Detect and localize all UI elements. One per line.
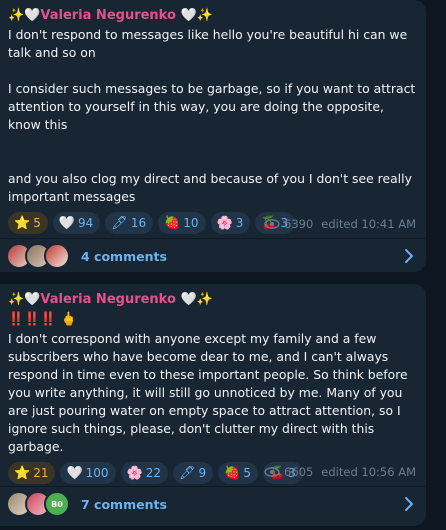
post-author-line: ✨🤍Valeria Negurenko 🤍✨ [8,290,416,310]
sparkles-icon: ✨ [196,8,213,23]
reaction-count: 10 [183,216,199,230]
pen-icon: 🖊 [111,215,128,231]
reaction-count: 5 [33,216,41,230]
eye-icon [264,219,280,229]
reaction-count: 22 [145,466,162,480]
eye-icon [264,467,280,477]
post-text: I don't respond to messages like hello y… [8,27,416,204]
avatar: B0 [44,491,70,517]
strawberry-icon: 🍓 [224,465,241,481]
avatar [44,243,70,269]
commenter-avatars [6,243,70,269]
star-icon: ⭐ [14,465,31,481]
reaction-count: 5 [243,466,252,480]
star-icon: ⭐ [14,215,31,231]
reaction-star[interactable]: ⭐ 5 [8,212,48,234]
edited-time: edited 10:56 AM [321,465,416,479]
author-name[interactable]: Valeria Negurenko [40,292,176,307]
reaction-count: 3 [235,216,244,230]
reaction-strawberry[interactable]: 🍓 10 [158,212,206,234]
reaction-count: 94 [78,216,94,230]
pen-icon: 🖊 [179,465,196,481]
commenter-avatars: B0 [6,491,70,517]
reaction-strawberry[interactable]: 🍓 5 [218,462,259,484]
strawberry-icon: 🍓 [164,215,181,231]
chevron-right-icon[interactable] [404,248,414,264]
sparkles-icon: ✨ [196,292,213,307]
comments-button[interactable]: 4 comments [0,239,426,272]
heart-icon: 🤍 [58,215,76,231]
white-heart-icon: 🤍 [24,292,41,307]
channel-post: ✨🤍Valeria Negurenko 🤍✨ I don't respond t… [0,0,426,272]
post-text: I don't correspond with anyone except my… [8,331,412,454]
avatar-initials: B0 [51,499,63,509]
post-author-line: ✨🤍Valeria Negurenko 🤍✨ [8,6,416,26]
reaction-heart[interactable]: 🤍 94 [52,212,101,234]
post-meta: 6605 edited 10:56 AM [264,465,416,479]
reaction-heart[interactable]: 🤍 100 [60,462,116,484]
reaction-star[interactable]: ⭐ 21 [8,462,56,484]
sparkles-icon: ✨ [8,8,25,23]
flower-icon: 🌸 [216,215,233,231]
comments-button[interactable]: B0 7 comments [0,487,426,521]
sparkles-icon: ✨ [8,292,25,307]
author-name[interactable]: Valeria Negurenko [40,8,176,23]
reaction-flower[interactable]: 🌸 3 [210,212,251,234]
reaction-count: 16 [130,216,147,230]
white-heart-icon: 🤍 [180,292,197,307]
comments-count[interactable]: 4 comments [81,249,167,264]
view-count: 6605 [284,465,314,479]
edited-time: edited 10:41 AM [321,217,416,231]
reaction-count: 21 [33,466,49,480]
view-count: 6390 [284,217,314,231]
post-meta: 6390 edited 10:41 AM [264,217,416,231]
comments-count[interactable]: 7 comments [81,497,167,512]
white-heart-icon: 🤍 [180,8,197,23]
reaction-pen[interactable]: 🖊 16 [105,212,154,234]
heart-icon: 🤍 [66,465,83,481]
reaction-flower[interactable]: 🌸 22 [120,462,169,484]
white-heart-icon: 🤍 [24,8,41,23]
reaction-count: 9 [198,466,207,480]
emoji-line: ‼️‼️‼️ 🖕 [8,312,77,327]
reaction-pen[interactable]: 🖊 9 [173,462,214,484]
chevron-right-icon[interactable] [404,496,414,512]
reaction-count: 100 [85,466,109,480]
flower-icon: 🌸 [126,465,143,481]
channel-post: ✨🤍Valeria Negurenko 🤍✨ ‼️‼️‼️ 🖕 I don't … [0,284,426,526]
